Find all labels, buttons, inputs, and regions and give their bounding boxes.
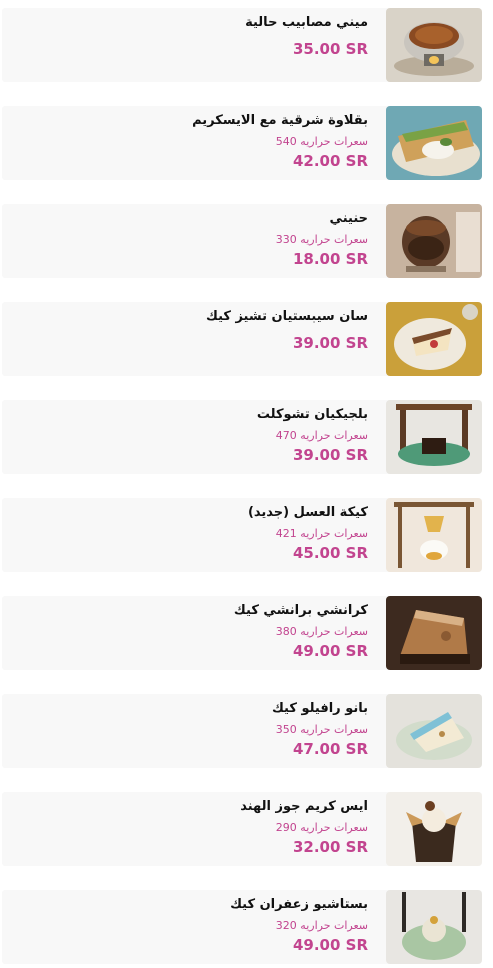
menu-item-calories: سعرات حراريه 380 <box>234 624 368 639</box>
menu-item-price: 47.00 SR <box>292 740 368 758</box>
menu-item-price: 49.00 SR <box>292 642 368 660</box>
calories-label: سعرات حراريه <box>300 919 368 932</box>
menu-item-price: 39.00 SR <box>292 446 368 464</box>
menu-item-calories: سعرات حراريه 540 <box>192 134 368 149</box>
menu-item-card[interactable]: ايس كريم جوز الهند سعرات حراريه 290 32.00 … <box>2 792 482 866</box>
menu-item-name: كرانشي برانشي كيك <box>233 603 368 618</box>
menu-item-name: بلجيكيان تشوكلت <box>256 407 368 422</box>
menu-item-calories: سعرات حراريه 470 <box>257 428 368 443</box>
menu-item-calories: سعرات حراريه 290 <box>240 820 368 835</box>
coconut-icecream-box-photo[interactable] <box>386 792 482 866</box>
menu-item-name: ميني مصابيب حالية <box>245 15 368 30</box>
calories-value: 421 <box>275 527 297 540</box>
menu-item-info: بقلاوة شرقية مع الايسكريم سعرات حراريه 54… <box>192 112 368 171</box>
calories-label: سعرات حراريه <box>300 233 368 246</box>
chocolate-cube-stand-photo[interactable] <box>386 400 482 474</box>
honey-cake-swing-photo[interactable] <box>386 498 482 572</box>
menu-item-card[interactable]: كرانشي برانشي كيك سعرات حراريه 380 49.00 S… <box>2 596 482 670</box>
menu-item-price: 42.00 SR <box>292 152 368 170</box>
menu-item-calories: سعرات حراريه 350 <box>272 722 368 737</box>
menu-item-price: 39.00 SR <box>292 334 368 352</box>
menu-item-card[interactable]: بانو رافيلو كيك سعرات حراريه 350 47.00 SR <box>2 694 482 768</box>
calories-label: سعرات حراريه <box>300 429 368 442</box>
menu-item-name: بستاشيو زعفران كيك <box>230 897 368 912</box>
menu-item-info: حنيني سعرات حراريه 330 18.00 SR <box>276 210 368 269</box>
menu-item-name: سان سيبستيان تشيز كيك <box>205 309 368 324</box>
menu-item-name: بقلاوة شرقية مع الايسكريم <box>192 113 368 128</box>
calories-label: سعرات حراريه <box>300 723 368 736</box>
pistachio-saffron-cake-photo[interactable] <box>386 890 482 964</box>
menu-item-info: كرانشي برانشي كيك سعرات حراريه 380 49.00 S… <box>234 602 368 661</box>
calories-value: 320 <box>275 919 297 932</box>
menu-item-info: سان سيبستيان تشيز كيك 39.00 SR <box>206 308 368 353</box>
calories-value: 380 <box>275 625 297 638</box>
menu-item-card[interactable]: بستاشيو زعفران كيك سعرات حراريه 320 49.00 … <box>2 890 482 964</box>
menu-item-info: ميني مصابيب حالية 35.00 SR <box>245 14 368 59</box>
menu-item-calories: سعرات حراريه 421 <box>248 526 368 541</box>
menu-item-info: بلجيكيان تشوكلت سعرات حراريه 470 39.00 SR <box>257 406 368 465</box>
calories-value: 330 <box>275 233 297 246</box>
menu-item-name: ايس كريم جوز الهند <box>240 799 368 814</box>
menu-item-card[interactable]: كيكة العسل (جديد) سعرات حراريه 421 45.00 S… <box>2 498 482 572</box>
baklava-icecream-photo[interactable] <box>386 106 482 180</box>
calories-value: 350 <box>275 723 297 736</box>
menu-item-info: ايس كريم جوز الهند سعرات حراريه 290 32.00 … <box>240 798 368 857</box>
menu-item-info: بستاشيو زعفران كيك سعرات حراريه 320 49.00 … <box>230 896 368 955</box>
menu-item-info: بانو رافيلو كيك سعرات حراريه 350 47.00 SR <box>272 700 368 759</box>
calories-label: سعرات حراريه <box>300 135 368 148</box>
calories-label: سعرات حراريه <box>300 527 368 540</box>
menu-item-price: 32.00 SR <box>292 838 368 856</box>
calories-label: سعرات حراريه <box>300 821 368 834</box>
pudding-candle-bowl-photo[interactable] <box>386 8 482 82</box>
menu-item-card[interactable]: ميني مصابيب حالية 35.00 SR <box>2 8 482 82</box>
menu-item-card[interactable]: سان سيبستيان تشيز كيك 39.00 SR <box>2 302 482 376</box>
menu-item-calories: سعرات حراريه 320 <box>230 918 368 933</box>
crunchy-cake-slice-photo[interactable] <box>386 596 482 670</box>
chocolate-jar-photo[interactable] <box>386 204 482 278</box>
menu-item-info: كيكة العسل (جديد) سعرات حراريه 421 45.00 S… <box>248 504 368 563</box>
menu-item-price: 49.00 SR <box>292 936 368 954</box>
menu-item-name: بانو رافيلو كيك <box>271 701 368 716</box>
calories-label: سعرات حراريه <box>300 625 368 638</box>
menu-item-price: 45.00 SR <box>292 544 368 562</box>
menu-item-name: حنيني <box>329 211 368 226</box>
cheesecake-slice-photo[interactable] <box>386 302 482 376</box>
menu-item-price: 35.00 SR <box>292 40 368 58</box>
menu-item-card[interactable]: بقلاوة شرقية مع الايسكريم سعرات حراريه 54… <box>2 106 482 180</box>
raffaello-cake-photo[interactable] <box>386 694 482 768</box>
menu-item-card[interactable]: حنيني سعرات حراريه 330 18.00 SR <box>2 204 482 278</box>
menu-item-card[interactable]: بلجيكيان تشوكلت سعرات حراريه 470 39.00 SR <box>2 400 482 474</box>
calories-value: 470 <box>275 429 297 442</box>
menu-item-price: 18.00 SR <box>292 250 368 268</box>
menu-item-name: كيكة العسل (جديد) <box>247 505 368 520</box>
menu-item-calories: سعرات حراريه 330 <box>276 232 368 247</box>
calories-value: 290 <box>275 821 297 834</box>
calories-value: 540 <box>275 135 297 148</box>
